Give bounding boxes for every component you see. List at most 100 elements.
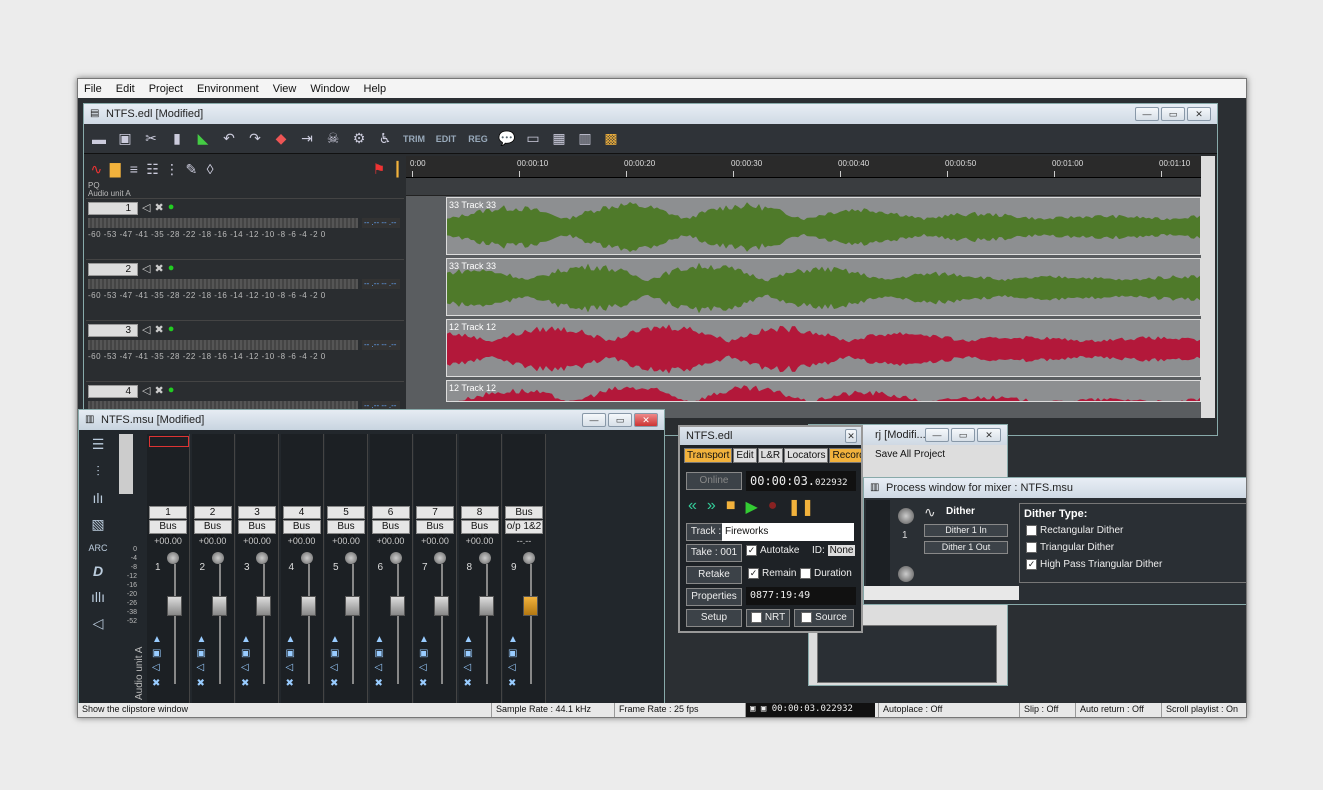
- route-icon[interactable]: ▣: [152, 648, 161, 659]
- speaker-icon[interactable]: ◁: [93, 615, 104, 632]
- play-icon[interactable]: ▶: [745, 497, 757, 517]
- track-status-icon[interactable]: ●: [168, 323, 175, 336]
- folder-icon[interactable]: ▭: [524, 130, 542, 147]
- channel-mute-icon[interactable]: ✖: [197, 678, 205, 689]
- route-icon[interactable]: ▣: [241, 648, 250, 659]
- undo-icon[interactable]: ↶: [220, 130, 238, 147]
- channel-speaker-icon[interactable]: ◁: [152, 662, 160, 673]
- timeline[interactable]: 0:00 00:00:10 00:00:20 00:00:30 00:00:40 00:0…: [406, 156, 1201, 418]
- route-icon[interactable]: ▣: [419, 648, 428, 659]
- dither-checkbox[interactable]: [1026, 525, 1037, 536]
- minimize-button[interactable]: —: [1135, 107, 1159, 121]
- channel-bus-select[interactable]: Bus 1&2: [193, 520, 232, 544]
- arc-icon[interactable]: ARC: [88, 543, 107, 553]
- route-up-icon[interactable]: ▲: [286, 634, 296, 645]
- channel-bus-select[interactable]: Bus 1&2: [238, 520, 276, 544]
- tab-locators[interactable]: Locators: [784, 448, 829, 463]
- channel-speaker-icon[interactable]: ◁: [330, 662, 338, 673]
- edl-titlebar[interactable]: ▤ NTFS.edl [Modified] — ▭ ✕: [84, 104, 1217, 124]
- tab-edit[interactable]: Edit: [733, 448, 757, 463]
- process-icon[interactable]: ⚙: [350, 130, 368, 147]
- route-up-icon[interactable]: ▲: [241, 634, 251, 645]
- remain-option[interactable]: ✓ Remain: [748, 568, 796, 579]
- channel-number[interactable]: 7: [416, 506, 454, 519]
- channel-speaker-icon[interactable]: ◁: [286, 662, 294, 673]
- zoom-wave-icon[interactable]: ▇: [109, 161, 122, 178]
- maximize-button[interactable]: ▭: [1161, 107, 1185, 121]
- project-minimize-button[interactable]: —: [925, 428, 949, 442]
- mixer-icon[interactable]: ▩: [602, 130, 620, 147]
- route-icon[interactable]: ▣: [375, 648, 384, 659]
- fast-forward-icon[interactable]: »: [707, 497, 716, 517]
- route-up-icon[interactable]: ▲: [419, 634, 429, 645]
- nrt-checkbox[interactable]: [750, 611, 762, 623]
- stop-icon[interactable]: ■: [726, 497, 736, 517]
- channel-fader[interactable]: [256, 596, 271, 616]
- dither-out-select[interactable]: Dither 1 Out: [924, 541, 1008, 554]
- channel-fader[interactable]: [167, 596, 182, 616]
- duration-checkbox[interactable]: [800, 568, 811, 579]
- tab-record[interactable]: Record: [829, 448, 861, 463]
- save-all-project-item[interactable]: Save All Project: [869, 447, 1001, 463]
- lines-icon[interactable]: ≡: [128, 161, 141, 177]
- track-mute-icon[interactable]: ✖: [154, 262, 163, 275]
- pencil-icon[interactable]: ✎: [185, 161, 198, 178]
- status-scroll-playlist[interactable]: Scroll playlist : On: [1161, 703, 1246, 717]
- route-up-icon[interactable]: ▲: [508, 634, 518, 645]
- tab-transport[interactable]: Transport: [684, 448, 733, 463]
- id-value[interactable]: None: [827, 545, 856, 556]
- channel-number[interactable]: 1: [149, 506, 187, 519]
- pan-knob[interactable]: [389, 552, 402, 564]
- transport-close-button[interactable]: ✕: [845, 429, 857, 443]
- rewind-icon[interactable]: «: [688, 497, 697, 517]
- channel-mute-icon[interactable]: ✖: [152, 678, 160, 689]
- d-icon[interactable]: D: [93, 563, 103, 579]
- source-option[interactable]: Source: [794, 609, 854, 627]
- time-ruler[interactable]: 0:00 00:00:10 00:00:20 00:00:30 00:00:40 00:0…: [406, 156, 1201, 178]
- flag-icon[interactable]: ⚑: [373, 161, 386, 178]
- stack-icon[interactable]: ☰: [92, 436, 105, 453]
- scissors-icon[interactable]: ✂: [142, 130, 160, 147]
- export-icon[interactable]: ⇥: [298, 130, 316, 147]
- track-mute-icon[interactable]: ✖: [154, 201, 163, 214]
- setup-button[interactable]: Setup: [686, 609, 742, 627]
- pan-knob[interactable]: [211, 552, 224, 564]
- retake-button[interactable]: Retake: [686, 566, 742, 584]
- menu-edit[interactable]: Edit: [116, 83, 135, 95]
- channel-number[interactable]: 6: [371, 506, 410, 519]
- route-icon[interactable]: ▣: [286, 648, 295, 659]
- audio-clip[interactable]: 33 Track 33: [446, 258, 1201, 316]
- channel-mute-icon[interactable]: ✖: [419, 678, 427, 689]
- track-number[interactable]: 1: [88, 202, 138, 215]
- channel-bus-select[interactable]: Bus 1&2: [149, 520, 187, 544]
- vertical-scrollbar[interactable]: [1201, 156, 1215, 418]
- online-button[interactable]: Online: [686, 472, 742, 490]
- mixer-maximize-button[interactable]: ▭: [608, 413, 632, 427]
- channel-speaker-icon[interactable]: ◁: [241, 662, 249, 673]
- pause-icon[interactable]: ❚❚: [787, 497, 814, 517]
- project-close-button[interactable]: ✕: [977, 428, 1001, 442]
- dither-option[interactable]: Triangular Dither: [1020, 539, 1246, 556]
- mixer-close-button[interactable]: ✕: [634, 413, 658, 427]
- channel-number[interactable]: 5: [327, 506, 365, 519]
- skull-icon[interactable]: ☠: [324, 130, 342, 147]
- pan-knob[interactable]: [478, 552, 491, 564]
- audio-clip[interactable]: 12 Track 12: [446, 319, 1201, 377]
- track-speaker-icon[interactable]: ◁: [142, 323, 150, 336]
- process-hscroll[interactable]: [864, 586, 1019, 600]
- nrt-option[interactable]: NRT: [746, 609, 790, 627]
- audio-clip[interactable]: 12 Track 12: [446, 380, 1201, 402]
- route-up-icon[interactable]: ▲: [152, 634, 162, 645]
- track-number[interactable]: 3: [88, 324, 138, 337]
- route-icon[interactable]: ▣: [508, 648, 517, 659]
- speech-icon[interactable]: 💬: [498, 130, 516, 147]
- mixer-minimize-button[interactable]: —: [582, 413, 606, 427]
- channel-fader[interactable]: [389, 596, 405, 616]
- marker-icon[interactable]: ◊: [204, 161, 217, 177]
- close-button[interactable]: ✕: [1187, 107, 1211, 121]
- remain-checkbox[interactable]: ✓: [748, 568, 759, 579]
- routing-icon[interactable]: ⫶: [96, 463, 100, 480]
- route-up-icon[interactable]: ▲: [330, 634, 340, 645]
- pan-knob[interactable]: [300, 552, 313, 564]
- menu-view[interactable]: View: [273, 83, 297, 95]
